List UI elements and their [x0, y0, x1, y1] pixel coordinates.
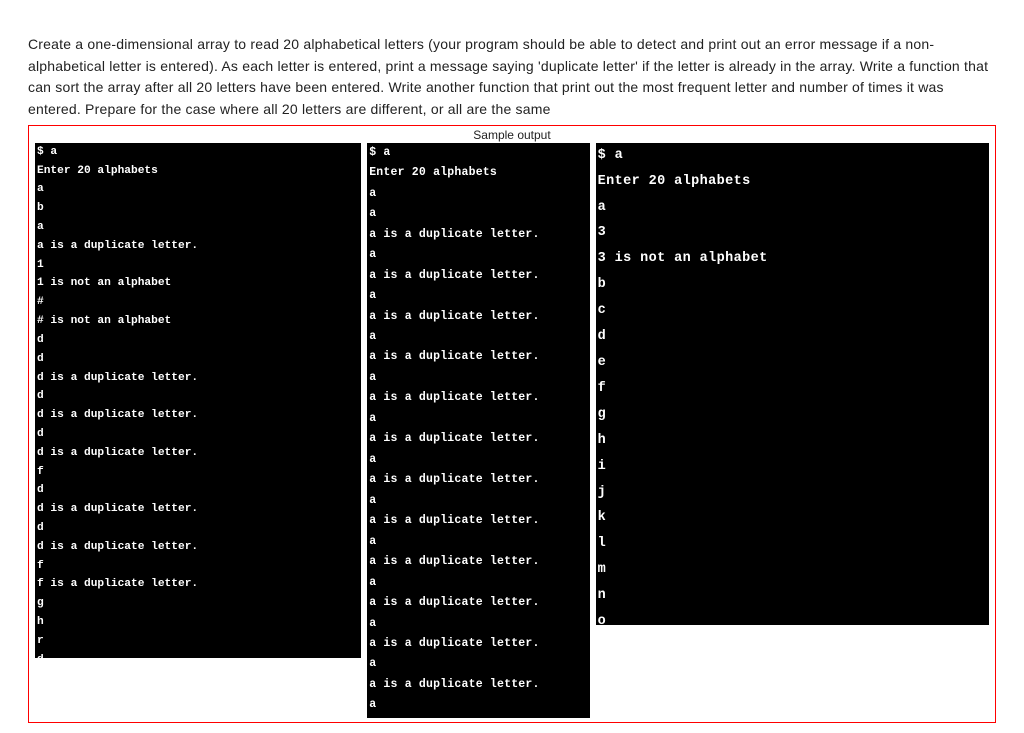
terminal-panel-0: $ a Enter 20 alphabets a b a a is a dupl… [35, 143, 361, 658]
page-root: Create a one-dimensional array to read 2… [0, 0, 1024, 733]
sample-output-label: Sample output [29, 126, 995, 143]
terminal-panel-2: $ a Enter 20 alphabets a 3 3 is not an a… [596, 143, 989, 625]
problem-statement: Create a one-dimensional array to read 2… [28, 34, 996, 121]
terminal-panels-row: $ a Enter 20 alphabets a b a a is a dupl… [29, 143, 995, 722]
sample-output-frame: Sample output $ a Enter 20 alphabets a b… [28, 125, 996, 723]
terminal-panel-1: $ a Enter 20 alphabets a a a is a duplic… [367, 143, 589, 718]
